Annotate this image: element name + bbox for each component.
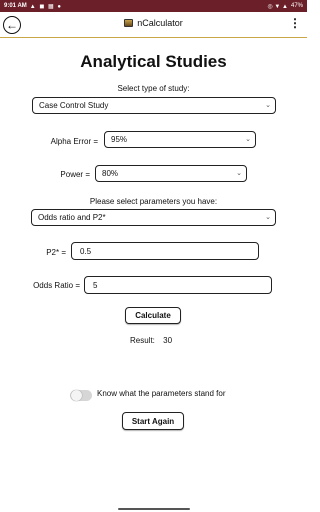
calculator-logo-icon — [124, 19, 134, 27]
status-time: 9:01 AM — [4, 3, 27, 9]
alpha-error-label: Alpha Error = — [50, 137, 98, 146]
parameters-value: Odds ratio and P2* — [38, 213, 106, 222]
chevron-down-icon: ⌄ — [265, 214, 271, 221]
p2-label: P2* = — [46, 248, 66, 257]
result-value: 30 — [163, 336, 173, 345]
study-type-select[interactable]: Case Control Study ⌄ — [32, 97, 276, 114]
status-right: ◎ ▼ ▲ 47% — [268, 3, 303, 10]
result-line: Result: 30 — [130, 336, 172, 345]
battery-level: 47% — [290, 3, 303, 9]
alpha-error-select[interactable]: 95% ⌄ — [104, 131, 256, 148]
status-bar: 9:01 AM ▲ ◼ ▦ ● ◎ ▼ ▲ 47% — [0, 0, 307, 12]
chevron-down-icon: ⌄ — [265, 102, 271, 109]
home-indicator[interactable] — [118, 508, 190, 510]
power-select[interactable]: 80% ⌄ — [95, 165, 247, 182]
notification-icons: ▲ ◼ ▦ ● — [29, 3, 63, 10]
chevron-down-icon: ⌄ — [236, 170, 242, 177]
app-title-group: nCalculator — [0, 18, 307, 28]
start-again-button[interactable]: Start Again — [122, 412, 184, 430]
parameters-label: Please select parameters you have: — [89, 197, 218, 206]
overflow-menu-icon[interactable]: ⋮ — [289, 17, 301, 29]
app-title: nCalculator — [137, 18, 183, 28]
signal-icons: ◎ ▼ ▲ — [267, 3, 288, 10]
parameters-info-label: Know what the parameters stand for — [97, 389, 226, 398]
odds-ratio-label: Odds Ratio = — [33, 281, 80, 290]
alpha-error-value: 95% — [111, 135, 128, 144]
study-type-value: Case Control Study — [39, 101, 109, 110]
parameters-select[interactable]: Odds ratio and P2* ⌄ — [31, 209, 276, 226]
page-title: Analytical Studies — [80, 52, 227, 71]
parameters-info-toggle[interactable] — [70, 390, 92, 401]
study-type-label: Select type of study: — [117, 84, 190, 93]
odds-ratio-input[interactable]: 5 — [84, 276, 272, 294]
p2-input[interactable]: 0.5 — [71, 242, 259, 260]
result-label: Result: — [130, 336, 155, 345]
power-value: 80% — [102, 169, 119, 178]
app-bar: ← nCalculator ⋮ — [0, 12, 307, 38]
calculate-button[interactable]: Calculate — [125, 307, 181, 324]
toggle-knob — [71, 390, 82, 401]
power-label: Power = — [60, 170, 90, 179]
chevron-down-icon: ⌄ — [245, 136, 251, 143]
